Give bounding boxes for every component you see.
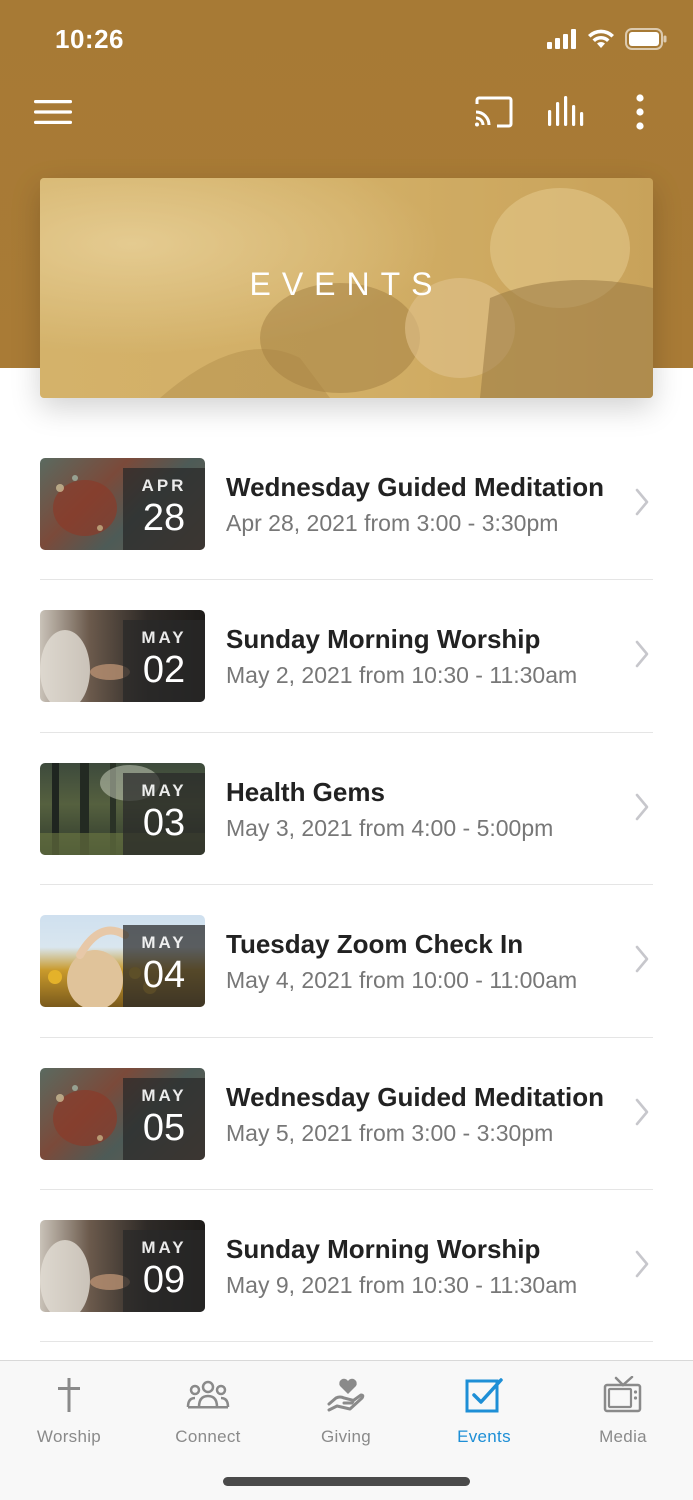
event-datetime: May 5, 2021 from 3:00 - 3:30pm xyxy=(226,1119,554,1146)
event-title: Health Gems xyxy=(226,776,385,807)
event-thumbnail: MAY 02 xyxy=(40,610,205,703)
event-day: 04 xyxy=(142,954,186,997)
event-datetime: May 3, 2021 from 4:00 - 5:00pm xyxy=(226,814,554,841)
chevron-right-icon xyxy=(635,488,649,516)
chevron-right-icon xyxy=(635,641,649,668)
tab-worship[interactable]: Worship xyxy=(0,1373,138,1447)
tab-events[interactable]: Events xyxy=(415,1373,553,1447)
event-datetime: May 4, 2021 from 10:00 - 11:00am xyxy=(226,967,578,994)
hero-photo xyxy=(40,178,653,398)
event-row[interactable]: MAY 09 Sunday Morning Worship May 9, 202… xyxy=(40,1190,653,1343)
tab-media[interactable]: Media xyxy=(554,1373,692,1447)
more-vertical-icon xyxy=(636,94,644,130)
event-title: Tuesday Zoom Check In xyxy=(226,929,524,960)
giving-hand-heart-icon xyxy=(327,1378,365,1412)
event-date-badge: MAY 03 xyxy=(123,772,205,855)
status-bar: 10:26 xyxy=(0,0,693,80)
event-month: APR xyxy=(141,476,187,495)
event-thumbnail: MAY 03 xyxy=(40,762,205,855)
event-row[interactable]: MAY 04 Tuesday Zoom Check In May 4, 2021… xyxy=(40,885,653,1038)
cross-icon xyxy=(58,1378,80,1412)
event-row[interactable]: MAY 03 Health Gems May 3, 2021 from 4:00… xyxy=(40,733,653,886)
toolbar xyxy=(0,80,693,144)
event-thumbnail: MAY 05 xyxy=(40,1067,205,1160)
cast-button[interactable] xyxy=(470,90,516,134)
tab-label: Connect xyxy=(175,1427,241,1446)
home-indicator[interactable] xyxy=(223,1477,470,1486)
event-title: Sunday Morning Worship xyxy=(226,1233,541,1264)
event-day: 03 xyxy=(142,801,186,844)
event-month: MAY xyxy=(141,780,187,800)
event-date-badge: MAY 05 xyxy=(123,1077,205,1160)
tab-giving[interactable]: Giving xyxy=(277,1373,415,1447)
events-hero-banner xyxy=(40,178,653,398)
event-day: 05 xyxy=(142,1106,186,1149)
event-row[interactable]: MAY 05 Wednesday Guided Meditation May 5… xyxy=(40,1038,653,1190)
event-date-badge: MAY 02 xyxy=(123,620,205,703)
people-icon xyxy=(186,1380,230,1409)
cast-icon xyxy=(475,96,513,128)
tab-label: Events xyxy=(457,1427,511,1446)
event-date-badge: APR 28 xyxy=(123,468,205,550)
event-datetime: May 9, 2021 from 10:30 - 11:30am xyxy=(226,1271,578,1298)
event-month: MAY xyxy=(141,628,187,648)
event-date-badge: MAY 09 xyxy=(123,1229,205,1312)
event-day: 09 xyxy=(142,1258,186,1301)
tab-label: Giving xyxy=(321,1427,371,1446)
event-day: 28 xyxy=(142,497,186,539)
event-row[interactable]: MAY 02 Sunday Morning Worship May 2, 202… xyxy=(40,580,653,733)
event-month: MAY xyxy=(141,1085,187,1105)
battery-icon xyxy=(625,28,667,50)
chevron-right-icon xyxy=(635,1250,649,1278)
signal-icon xyxy=(547,29,576,49)
chevron-right-icon xyxy=(635,945,649,973)
event-month: MAY xyxy=(141,1237,187,1257)
event-month: MAY xyxy=(141,933,187,953)
event-datetime: May 2, 2021 from 10:30 - 11:30am xyxy=(226,662,578,689)
event-title: Sunday Morning Worship xyxy=(226,624,541,655)
event-list: APR 28 Wednesday Guided Meditation Apr 2… xyxy=(40,428,653,1343)
checkbox-icon xyxy=(465,1378,503,1413)
event-day: 02 xyxy=(142,649,186,692)
event-thumbnail: APR 28 xyxy=(40,458,205,550)
tab-label: Worship xyxy=(36,1427,102,1446)
menu-icon xyxy=(34,100,72,124)
status-time: 10:26 xyxy=(55,24,124,54)
tab-label: Media xyxy=(599,1427,647,1446)
event-thumbnail: MAY 04 xyxy=(40,915,205,1008)
event-date-badge: MAY 04 xyxy=(123,925,205,1008)
more-options-button[interactable] xyxy=(622,90,658,134)
audio-levels-icon xyxy=(548,96,584,126)
event-thumbnail: MAY 09 xyxy=(40,1219,205,1312)
tab-connect[interactable]: Connect xyxy=(139,1373,277,1447)
chevron-right-icon xyxy=(635,1098,649,1125)
tv-icon xyxy=(603,1376,642,1413)
event-row[interactable]: APR 28 Wednesday Guided Meditation Apr 2… xyxy=(40,428,653,581)
status-icons xyxy=(547,28,667,50)
event-datetime: Apr 28, 2021 from 3:00 - 3:30pm xyxy=(226,510,559,536)
event-title: Wednesday Guided Meditation xyxy=(226,1081,605,1112)
chevron-right-icon xyxy=(635,793,649,821)
event-title: Wednesday Guided Meditation xyxy=(226,472,605,502)
wifi-icon xyxy=(588,29,614,48)
audio-levels-button[interactable] xyxy=(543,90,589,134)
menu-button[interactable] xyxy=(30,90,76,134)
